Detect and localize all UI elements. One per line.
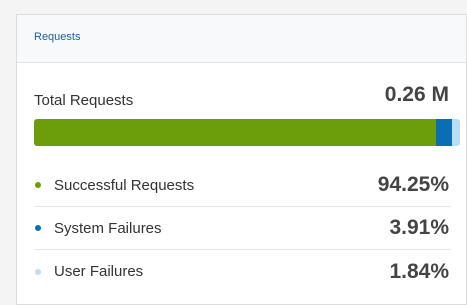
status-dot-icon <box>35 225 41 231</box>
bar-segment-successful[interactable] <box>34 119 436 146</box>
total-requests-value: 0.26 M <box>384 83 449 106</box>
bar-segment-user-failures[interactable] <box>452 119 460 146</box>
bar-segment-system-failures[interactable] <box>435 119 453 146</box>
legend-value: 1.84% <box>389 259 449 283</box>
total-requests-row: Total Requests 0.26 M <box>34 63 450 123</box>
legend-label: Successful Requests <box>54 176 195 194</box>
total-requests-label: Total Requests <box>34 91 134 109</box>
legend-row-user-failures: User Failures 1.84% <box>34 250 450 293</box>
legend-value: 3.91% <box>389 216 449 239</box>
requests-stacked-bar <box>34 119 460 146</box>
panel-header: Requests <box>17 15 466 63</box>
legend-row-system-failures: System Failures 3.91% <box>34 207 450 250</box>
legend-value: 94.25% <box>377 173 449 196</box>
status-dot-icon <box>35 182 41 188</box>
panel-body: Total Requests 0.26 M Successful Request… <box>17 63 466 293</box>
legend-label: User Failures <box>54 263 144 280</box>
status-dot-icon <box>35 268 41 275</box>
legend-row-successful: Successful Requests 94.25% <box>34 164 450 207</box>
legend-label: System Failures <box>54 219 162 237</box>
requests-panel: Requests Total Requests 0.26 M Successfu… <box>16 14 467 305</box>
panel-title[interactable]: Requests <box>34 32 80 43</box>
